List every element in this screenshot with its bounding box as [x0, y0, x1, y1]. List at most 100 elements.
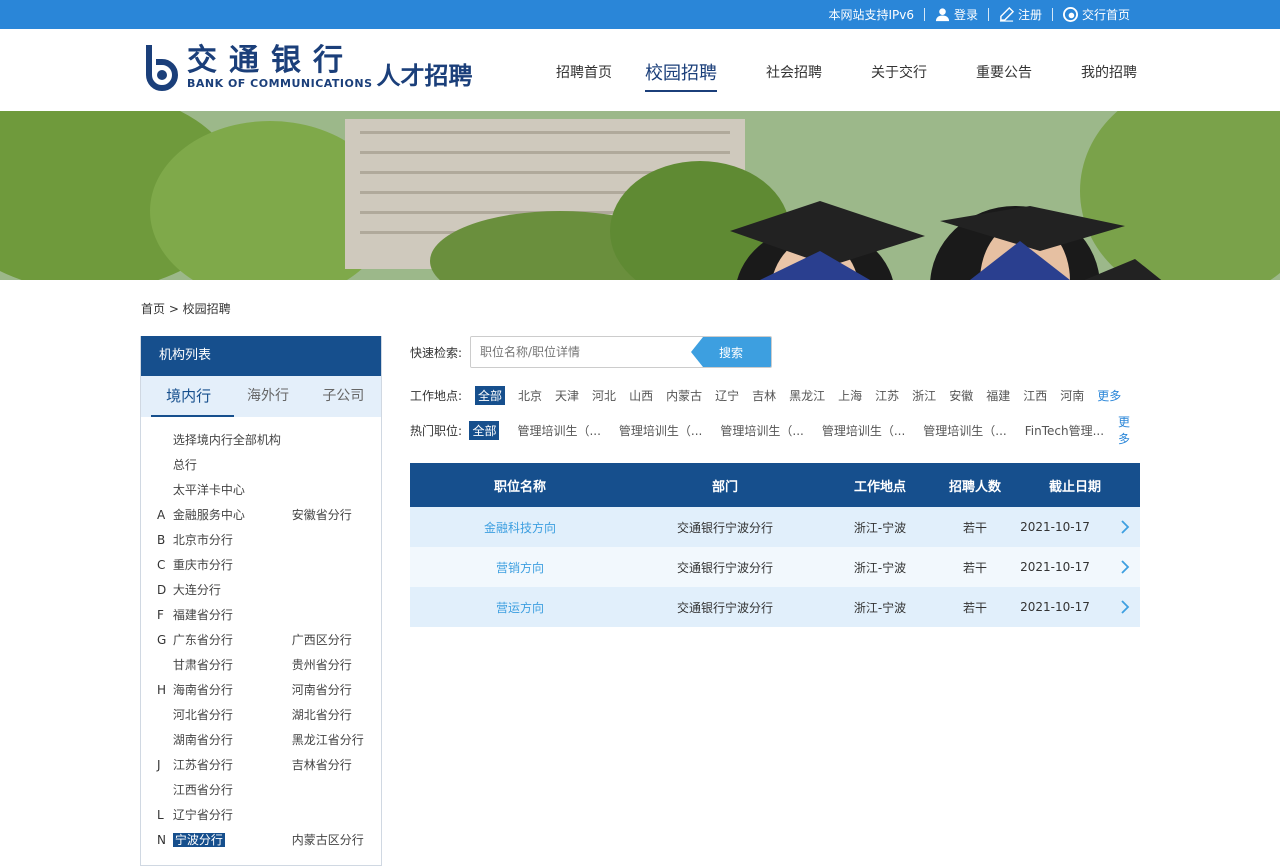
tab-domestic[interactable]: 境内行	[151, 376, 235, 417]
tab-overseas[interactable]: 海外行	[230, 376, 305, 417]
org-item[interactable]: 宁波分行	[172, 831, 292, 848]
job-chip[interactable]: 管理培训生（...	[822, 422, 905, 439]
job-chip[interactable]: FinTech管理...	[1025, 422, 1104, 439]
bocom-logo-icon	[146, 45, 178, 91]
nav-about[interactable]: 关于交行	[871, 62, 927, 82]
org-row: 太平洋卡中心	[141, 477, 381, 502]
org-row: J 江苏省分行 吉林省分行	[141, 752, 381, 777]
org-item[interactable]: 金融服务中心	[173, 506, 292, 523]
org-item[interactable]: 内蒙古区分行	[292, 831, 381, 848]
org-index-letter: F	[157, 607, 164, 622]
position-name-link[interactable]: 金融科技方向	[410, 519, 630, 536]
org-item[interactable]: 黑龙江省分行	[292, 731, 381, 748]
nav-campus-recruit[interactable]: 校园招聘	[645, 59, 717, 92]
org-row: F 福建省分行	[141, 602, 381, 627]
chevron-right-icon[interactable]	[1120, 599, 1130, 615]
org-item[interactable]: 湖南省分行	[173, 731, 292, 748]
org-item[interactable]: 大连分行	[173, 581, 292, 598]
location-chip[interactable]: 天津	[555, 387, 579, 404]
org-item[interactable]: 总行	[173, 456, 292, 473]
location-chip[interactable]: 江西	[1023, 387, 1047, 404]
org-row: C 重庆市分行	[141, 552, 381, 577]
job-chip[interactable]: 管理培训生（...	[720, 422, 803, 439]
location-chip[interactable]: 浙江	[912, 387, 936, 404]
tab-subsidiaries[interactable]: 子公司	[306, 376, 381, 417]
table-header: 职位名称 部门 工作地点 招聘人数 截止日期	[410, 463, 1140, 507]
org-index-letter: C	[157, 557, 166, 572]
search-label: 快速检索:	[410, 345, 463, 360]
org-item[interactable]: 北京市分行	[173, 531, 292, 548]
org-item[interactable]: 甘肃省分行	[173, 656, 292, 673]
search-button[interactable]: 搜索	[691, 337, 771, 367]
org-item[interactable]: 广西区分行	[292, 631, 381, 648]
divider	[923, 8, 925, 21]
org-item[interactable]: 湖北省分行	[292, 706, 381, 723]
org-item[interactable]: 重庆市分行	[173, 556, 292, 573]
org-row: H 海南省分行 河南省分行	[141, 677, 381, 702]
location-chip[interactable]: 上海	[838, 387, 862, 404]
org-item[interactable]: 太平洋卡中心	[173, 481, 292, 498]
location-chip[interactable]: 江苏	[875, 387, 899, 404]
job-chip[interactable]: 管理培训生（...	[923, 422, 1006, 439]
location-chip[interactable]: 福建	[986, 387, 1010, 404]
org-row: B 北京市分行	[141, 527, 381, 552]
table-row[interactable]: 营运方向 交通银行宁波分行 浙江-宁波 若干 2021-10-17	[410, 587, 1140, 627]
table-row[interactable]: 金融科技方向 交通银行宁波分行 浙江-宁波 若干 2021-10-17	[410, 507, 1140, 547]
breadcrumb[interactable]: 首页 > 校园招聘	[141, 300, 231, 317]
banner-image	[0, 111, 1280, 280]
org-item[interactable]: 江苏省分行	[173, 756, 292, 773]
department-cell: 交通银行宁波分行	[676, 560, 773, 575]
headcount-cell: 若干	[962, 520, 987, 535]
nav-announcements[interactable]: 重要公告	[976, 62, 1032, 82]
search-input[interactable]	[471, 337, 701, 367]
org-item[interactable]: 吉林省分行	[292, 756, 381, 773]
job-chip[interactable]: 管理培训生（...	[517, 422, 600, 439]
org-item-label: 广东省分行	[172, 633, 233, 647]
position-name-link[interactable]: 营运方向	[410, 599, 630, 616]
position-name-link[interactable]: 营销方向	[410, 559, 630, 576]
col-position: 职位名称	[493, 479, 546, 495]
nav-social-recruit[interactable]: 社会招聘	[766, 62, 822, 82]
location-chip[interactable]: 辽宁	[715, 387, 739, 404]
org-item[interactable]: 海南省分行	[173, 681, 292, 698]
org-item[interactable]: 江西省分行	[173, 781, 292, 798]
location-chip-all[interactable]: 全部	[475, 385, 506, 405]
location-more-link[interactable]: 更多	[1097, 387, 1121, 404]
org-item[interactable]: 贵州省分行	[292, 656, 381, 673]
location-chip[interactable]: 河北	[592, 387, 616, 404]
org-item[interactable]: 河南省分行	[292, 681, 381, 698]
login-link[interactable]: 登录	[925, 6, 988, 23]
brand-logo[interactable]: 交通银行 BANK OF COMMUNICATIONS 人才招聘	[141, 43, 473, 91]
location-chip[interactable]: 山西	[629, 387, 653, 404]
org-item-label: 福建省分行	[172, 608, 233, 622]
top-bar: 本网站支持IPv6 登录 注册 交行首页	[0, 0, 1280, 29]
org-item-label: 大连分行	[172, 583, 221, 597]
hero-banner	[0, 111, 1280, 280]
location-chip[interactable]: 内蒙古	[666, 387, 702, 404]
register-link[interactable]: 注册	[989, 6, 1052, 23]
location-chip[interactable]: 吉林	[752, 387, 776, 404]
location-chip[interactable]: 黑龙江	[789, 387, 825, 404]
table-row[interactable]: 营销方向 交通银行宁波分行 浙江-宁波 若干 2021-10-17	[410, 547, 1140, 587]
job-chip[interactable]: 管理培训生（...	[619, 422, 702, 439]
bank-home-link[interactable]: 交行首页	[1053, 6, 1140, 23]
nav-my-recruit[interactable]: 我的招聘	[1081, 62, 1137, 82]
jobs-more-link[interactable]: 更多	[1118, 413, 1140, 447]
location-chip[interactable]: 河南	[1060, 387, 1084, 404]
org-row: 湖南省分行 黑龙江省分行	[141, 727, 381, 752]
location-chip[interactable]: 安徽	[949, 387, 973, 404]
location-chip[interactable]: 北京	[518, 387, 542, 404]
user-icon	[935, 8, 950, 22]
nav-recruit-home[interactable]: 招聘首页	[556, 62, 612, 82]
org-item[interactable]: 河北省分行	[173, 706, 292, 723]
org-item[interactable]: 福建省分行	[173, 606, 292, 623]
job-chip-all[interactable]: 全部	[469, 420, 500, 440]
org-index-letter: A	[157, 507, 166, 522]
chevron-right-icon[interactable]	[1120, 519, 1130, 535]
org-item[interactable]: 辽宁省分行	[173, 806, 292, 823]
org-item[interactable]: 广东省分行	[173, 631, 292, 648]
org-item[interactable]: 选择境内行全部机构	[173, 431, 292, 448]
headcount-cell: 若干	[962, 560, 987, 575]
org-item[interactable]: 安徽省分行	[292, 506, 381, 523]
chevron-right-icon[interactable]	[1120, 559, 1130, 575]
